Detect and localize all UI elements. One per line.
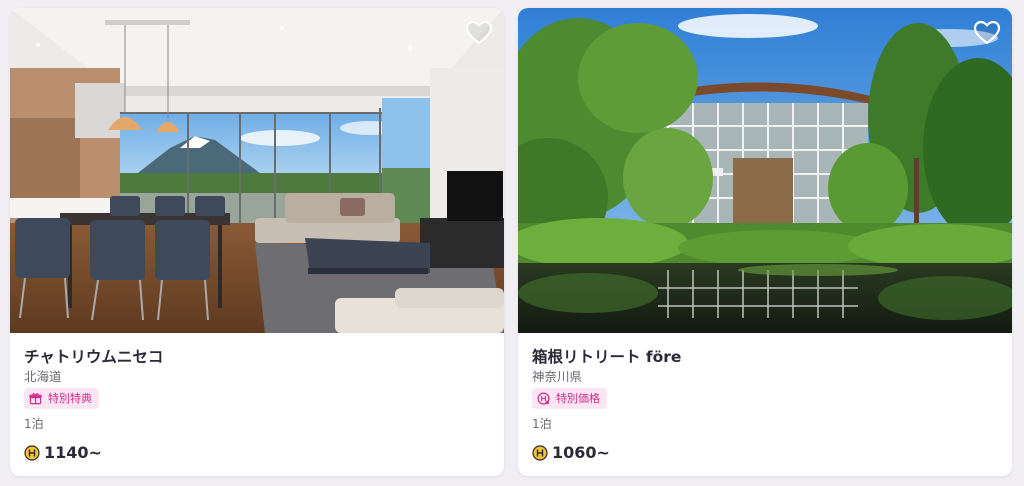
favorite-button[interactable] <box>972 18 1002 48</box>
badge-label: 特別特典 <box>48 391 92 405</box>
listing-info: チャトリウムニセコ 北海道 特別特典 1泊 1140~ <box>10 333 504 464</box>
coin-tag-icon <box>537 392 550 405</box>
listing-card[interactable]: チャトリウムニセコ 北海道 特別特典 1泊 1140~ <box>10 8 504 476</box>
price-row: 1140~ <box>24 442 490 464</box>
badge-label: 特別価格 <box>556 391 600 405</box>
nights-label: 1泊 <box>532 417 552 431</box>
nights-label: 1泊 <box>24 417 44 431</box>
coin-icon <box>532 445 548 461</box>
listing-photo[interactable] <box>10 8 504 333</box>
heart-outline-icon <box>973 20 1001 45</box>
listing-title[interactable]: 箱根リトリート före <box>532 347 998 367</box>
heart-outline-icon <box>465 20 493 45</box>
perk-badge: 特別特典 <box>24 388 99 409</box>
price-value: 1060~ <box>552 443 610 462</box>
price-badge: 特別価格 <box>532 388 607 409</box>
forest-retreat-photo <box>518 8 1012 333</box>
listing-info: 箱根リトリート före 神奈川県 特別価格 1泊 1060~ <box>518 333 1012 464</box>
listing-card[interactable]: 箱根リトリート före 神奈川県 特別価格 1泊 1060~ <box>518 8 1012 476</box>
coin-icon <box>24 445 40 461</box>
listing-photo[interactable] <box>518 8 1012 333</box>
listing-title[interactable]: チャトリウムニセコ <box>24 347 490 367</box>
favorite-button[interactable] <box>464 18 494 48</box>
listing-region: 神奈川県 <box>532 369 583 384</box>
listing-region: 北海道 <box>24 369 62 384</box>
gift-icon <box>29 393 42 405</box>
living-room-photo <box>10 8 504 333</box>
price-value: 1140~ <box>44 443 102 462</box>
price-row: 1060~ <box>532 442 998 464</box>
